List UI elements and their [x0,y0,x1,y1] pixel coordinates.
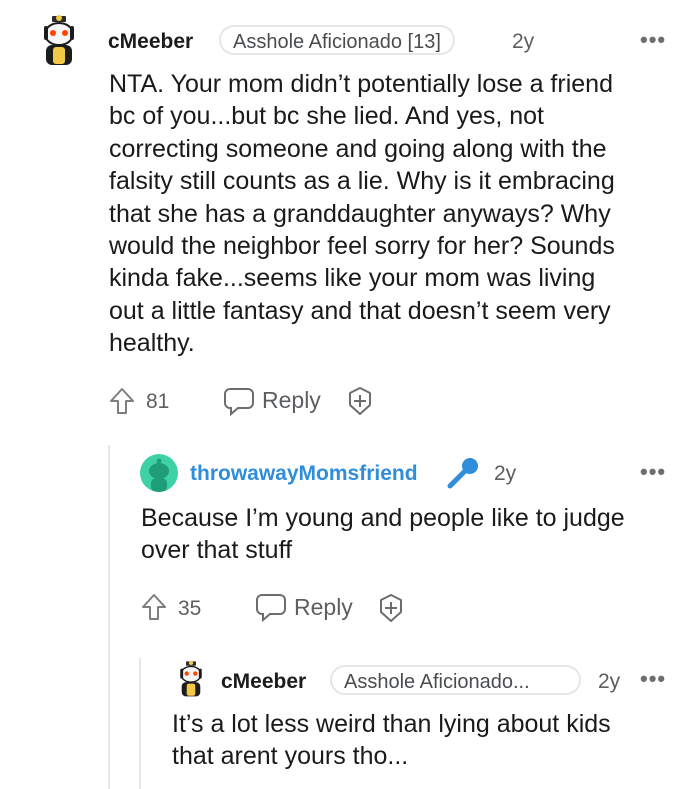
body-line: falsity still counts as a lie. Why is it… [109,167,615,196]
user-avatar[interactable] [38,14,80,70]
snoo-avatar-icon [44,15,74,65]
comment-body: Because I’m young and people like to jud… [141,502,691,567]
timestamp[interactable]: 2y [494,462,516,486]
timestamp[interactable]: 2y [598,670,620,694]
comment-body: It’s a lot less weird than lying about k… [172,708,692,773]
body-line: that she has a granddaughter anyways? Wh… [109,199,611,228]
body-line: that arent yours tho... [172,742,409,771]
body-line: would the neighbor feel sorry for her? S… [109,232,615,261]
comment-body: NTA. Your mom didn’t potentially lose a … [109,68,689,360]
timestamp[interactable]: 2y [512,30,534,54]
thread-line-level-1[interactable] [108,445,110,789]
body-line: healthy. [109,329,195,358]
snoo-avatar-icon [180,660,202,697]
reply-button[interactable]: Reply [294,594,353,621]
body-line: out a little fantasy and that doesn’t se… [109,296,611,325]
reply-button[interactable]: Reply [262,387,321,414]
speech-bubble-icon[interactable] [254,592,288,623]
user-flair: Asshole Aficionado [13] [219,25,455,55]
body-line: over that stuff [141,536,293,565]
body-line: bc of you...but bc she lied. And yes, no… [109,102,544,131]
add-award-icon[interactable] [375,592,407,624]
vote-count: 81 [146,390,170,413]
add-award-icon[interactable] [344,385,376,417]
body-line: NTA. Your mom didn’t potentially lose a … [109,70,613,98]
more-options-icon[interactable]: ••• [640,459,666,485]
more-options-icon[interactable]: ••• [640,666,666,692]
body-line: Because I’m young and people like to jud… [141,504,625,532]
user-avatar[interactable] [176,659,206,701]
upvote-arrow-icon[interactable] [140,592,168,622]
body-line: It’s a lot less weird than lying about k… [172,710,611,738]
user-avatar[interactable] [140,454,178,492]
username[interactable]: throwawayMomsfriend [190,462,418,486]
username[interactable]: cMeeber [108,30,193,54]
microphone-icon [445,455,481,491]
snoo-avatar-icon [149,458,169,492]
thread-line-level-2[interactable] [139,658,141,789]
more-options-icon[interactable]: ••• [640,27,666,53]
speech-bubble-icon[interactable] [222,386,256,417]
body-line: correcting someone and going along with … [109,134,607,163]
upvote-arrow-icon[interactable] [108,386,136,416]
body-line: kinda fake...seems like your mom was liv… [109,264,596,293]
user-flair: Asshole Aficionado... [330,665,581,695]
vote-count: 35 [178,597,202,620]
username[interactable]: cMeeber [221,670,306,694]
